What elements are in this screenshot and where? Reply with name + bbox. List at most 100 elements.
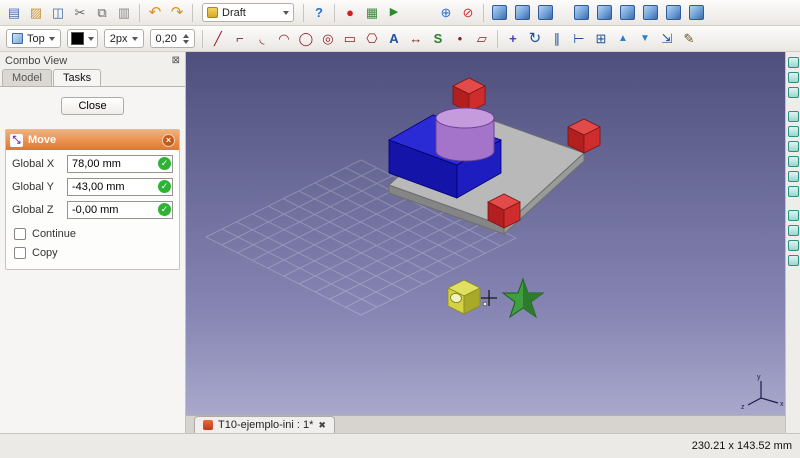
draft-trim-icon[interactable]: ⊢ (569, 29, 589, 49)
view-isometric-icon[interactable] (492, 5, 507, 20)
view-bottom-icon[interactable] (666, 5, 681, 20)
view-left-icon[interactable] (788, 186, 799, 197)
draft-rotate-icon[interactable]: ↻ (525, 29, 545, 49)
view-isometric-icon[interactable] (788, 87, 799, 98)
chevron-down-icon (132, 37, 138, 41)
draft-dimension-icon[interactable]: ↔ (406, 29, 426, 49)
zoom-fit-icon[interactable]: ⊕ (436, 3, 456, 23)
paste-icon[interactable]: ▥ (114, 3, 134, 23)
view-right-icon[interactable] (788, 141, 799, 152)
view-top-icon[interactable] (597, 5, 612, 20)
macro-record-icon[interactable]: ● (340, 3, 360, 23)
red-cube-top[interactable] (453, 78, 485, 112)
move-task-panel: ⤡ Move × Global X ✓ Global Y ✓ (5, 129, 180, 270)
task-close-button[interactable]: Close (61, 97, 123, 115)
view-home-icon[interactable] (515, 5, 530, 20)
whats-this-icon[interactable]: ? (309, 3, 329, 23)
new-document-icon[interactable]: ▤ (4, 3, 24, 23)
view-rear-icon[interactable] (788, 156, 799, 167)
navigation-toolbar (785, 52, 800, 433)
purple-cylinder[interactable] (436, 108, 494, 161)
draft-arc-icon[interactable]: ◠ (274, 29, 294, 49)
draft-polyline-icon[interactable]: ⌐ (230, 29, 250, 49)
scale-spinbox[interactable]: 0,20 (150, 29, 195, 48)
toolbar-separator (202, 30, 203, 48)
draft-offset-icon[interactable]: ∥ (547, 29, 567, 49)
move-task-header[interactable]: ⤡ Move × (6, 130, 179, 150)
document-tab[interactable]: T10-ejemplo-ini : 1* ✖ (194, 416, 335, 433)
view-front-icon[interactable] (788, 111, 799, 122)
macro-edit-icon[interactable]: ▦ (362, 3, 382, 23)
tab-model[interactable]: Model (2, 69, 52, 86)
draft-polygon-icon[interactable]: ⎔ (362, 29, 382, 49)
global-x-label: Global X (12, 158, 62, 170)
draft-circle-icon[interactable]: ◯ (296, 29, 316, 49)
tab-tasks[interactable]: Tasks (53, 69, 101, 86)
draft-bspline-icon[interactable]: S (428, 29, 448, 49)
draft-text-icon[interactable]: A (384, 29, 404, 49)
copy-label: Copy (32, 247, 58, 259)
draft-fillet-icon[interactable]: ◟ (252, 29, 272, 49)
draft-array-icon[interactable]: ⊞ (591, 29, 611, 49)
nav-cube-icon[interactable] (788, 57, 799, 68)
line-width-selector[interactable]: 2px (104, 29, 144, 48)
view-right-icon[interactable] (620, 5, 635, 20)
close-icon[interactable]: ✖ (318, 420, 326, 431)
3d-view[interactable]: y x z (186, 52, 785, 415)
chevron-down-icon (88, 37, 94, 41)
undo-icon[interactable]: ↶ (145, 3, 165, 23)
draft-edit-icon[interactable]: ✎ (679, 29, 699, 49)
toolbar-separator (497, 30, 498, 48)
clipping-plane-icon[interactable] (788, 240, 799, 251)
draft-toolbar: Top 2px 0,20 ╱ ⌐ ◟ ◠ ◯ ◎ ▭ ⎔ A ↔ S • ▱ +… (0, 26, 800, 52)
open-document-icon[interactable]: ▨ (26, 3, 46, 23)
continue-checkbox[interactable] (14, 228, 26, 240)
toolbar-separator (483, 4, 484, 22)
cut-icon[interactable]: ✂ (70, 3, 90, 23)
copy-checkbox[interactable] (14, 247, 26, 259)
view-front-icon[interactable] (574, 5, 589, 20)
workbench-selector[interactable]: Draft (202, 3, 294, 22)
toolbar-separator (139, 4, 140, 22)
red-cube-right[interactable] (568, 119, 600, 153)
draft-rectangle-icon[interactable]: ▭ (340, 29, 360, 49)
toolbar-separator (334, 4, 335, 22)
draft-point-icon[interactable]: • (450, 29, 470, 49)
view-left-icon[interactable] (689, 5, 704, 20)
zoom-out-icon[interactable] (788, 225, 799, 236)
draft-scale-icon[interactable]: ⇲ (657, 29, 677, 49)
spin-up-icon[interactable] (183, 34, 189, 38)
working-plane-label: Top (27, 33, 45, 45)
view-rear-icon[interactable] (643, 5, 658, 20)
green-star[interactable] (503, 279, 543, 317)
draft-workbench-icon (207, 7, 218, 18)
spin-down-icon[interactable] (183, 40, 189, 44)
draw-style-icon[interactable]: ⊘ (458, 3, 478, 23)
undock-panel-icon[interactable]: ⊠ (172, 55, 180, 66)
view-top-icon[interactable] (788, 126, 799, 137)
axis-label-x: x (780, 401, 784, 408)
redo-icon[interactable]: ↷ (167, 3, 187, 23)
macro-play-icon[interactable]: ▶ (384, 3, 404, 23)
line-color-button[interactable] (67, 29, 98, 48)
copy-icon[interactable]: ⧉ (92, 3, 112, 23)
zoom-in-icon[interactable] (788, 210, 799, 221)
measure-distance-icon[interactable] (788, 255, 799, 266)
move-cursor (481, 290, 497, 306)
working-plane-button[interactable]: Top (6, 29, 61, 48)
view-axonometric-icon[interactable] (538, 5, 553, 20)
save-document-icon[interactable]: ◫ (48, 3, 68, 23)
draft-move-icon[interactable]: + (503, 29, 523, 49)
continue-label: Continue (32, 228, 76, 240)
draft-ellipse-icon[interactable]: ◎ (318, 29, 338, 49)
view-fit-all-icon[interactable] (788, 72, 799, 83)
view-bottom-icon[interactable] (788, 171, 799, 182)
draft-downgrade-icon[interactable]: ▼ (635, 29, 655, 49)
draft-line-icon[interactable]: ╱ (208, 29, 228, 49)
toolbar-separator (192, 4, 193, 22)
close-icon[interactable]: × (162, 134, 175, 147)
toolbar-separator (303, 4, 304, 22)
yellow-cube[interactable] (448, 280, 480, 314)
draft-facebinder-icon[interactable]: ▱ (472, 29, 492, 49)
draft-upgrade-icon[interactable]: ▲ (613, 29, 633, 49)
